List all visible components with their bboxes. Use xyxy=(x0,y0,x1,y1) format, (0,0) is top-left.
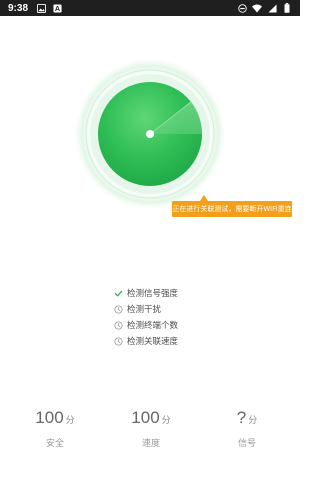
status-left: 9:38 A xyxy=(8,3,62,14)
tooltip-text: 正在进行关联测试，需要断开WiFi重连 xyxy=(172,205,292,213)
stat-speed: 100 分 速度 xyxy=(111,408,191,449)
stat-value: ? xyxy=(236,408,247,427)
pending-clock-icon xyxy=(114,320,123,330)
signal-icon xyxy=(267,3,277,13)
status-time: 9:38 xyxy=(8,2,29,14)
check-label: 检测信号强度 xyxy=(127,289,179,299)
radar-center-dot xyxy=(146,130,154,138)
stat-value: 100 xyxy=(131,408,160,427)
svg-text:A: A xyxy=(54,4,59,13)
stat-label: 安全 xyxy=(45,439,64,449)
image-icon xyxy=(36,3,46,13)
score-stats: 100 分 安全 100 分 速度 ? 分 信号 xyxy=(0,408,300,458)
status-tooltip: 正在进行关联测试，需要断开WiFi重连 xyxy=(172,201,292,217)
detection-checklist: 检测信号强度 检测干扰 检测终端个数 检测关联速度 xyxy=(114,286,234,350)
radar-scanner xyxy=(73,57,227,211)
check-label: 检测终端个数 xyxy=(127,321,179,331)
status-bar: 9:38 A xyxy=(0,0,300,16)
wifi-icon xyxy=(252,3,262,13)
text-icon: A xyxy=(52,3,62,13)
do-not-disturb-icon xyxy=(237,3,247,13)
stat-label: 信号 xyxy=(237,439,256,449)
stat-security: 100 分 安全 xyxy=(15,408,95,449)
check-label: 检测关联速度 xyxy=(127,337,179,347)
stat-signal: ? 分 信号 xyxy=(207,408,287,449)
stat-value: 100 xyxy=(35,408,64,427)
check-item-association-speed: 检测关联速度 xyxy=(114,334,234,348)
stat-unit: 分 xyxy=(248,416,258,426)
check-item-signal-strength: 检测信号强度 xyxy=(114,286,234,300)
stat-unit: 分 xyxy=(65,416,75,426)
check-label: 检测干扰 xyxy=(127,305,162,315)
check-item-terminal-count: 检测终端个数 xyxy=(114,318,234,332)
battery-icon xyxy=(282,3,292,13)
stat-label: 速度 xyxy=(141,439,160,449)
pending-clock-icon xyxy=(114,336,123,346)
status-right xyxy=(237,3,292,13)
check-item-interference: 检测干扰 xyxy=(114,302,234,316)
radar-graphic xyxy=(74,58,226,210)
checkmark-icon xyxy=(114,289,123,298)
pending-clock-icon xyxy=(114,304,123,314)
stat-unit: 分 xyxy=(161,416,171,426)
